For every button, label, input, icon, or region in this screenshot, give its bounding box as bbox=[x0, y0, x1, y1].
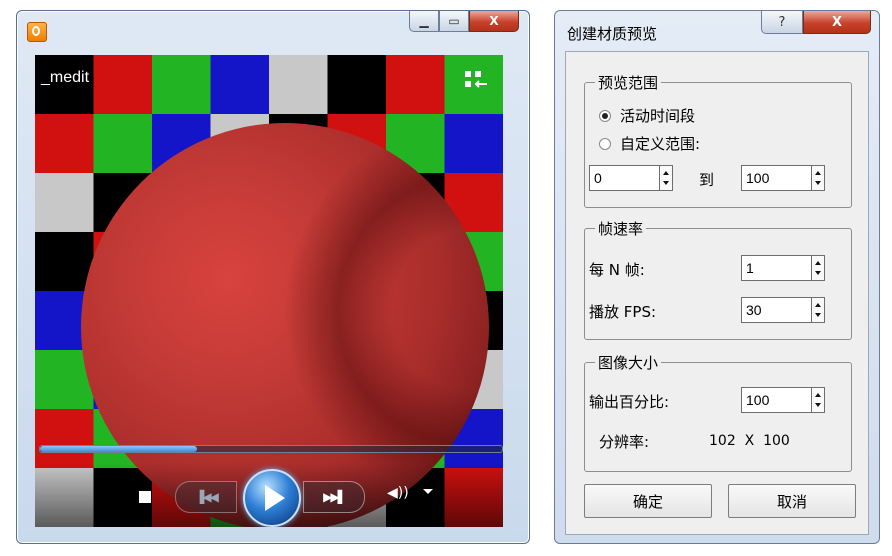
playback-controls: ▐◀◀ ▶▶▌ ◀)) bbox=[35, 463, 503, 527]
seek-progress bbox=[40, 446, 198, 452]
chevron-down-icon[interactable] bbox=[423, 489, 433, 494]
every-n-frames-input[interactable] bbox=[741, 255, 811, 281]
range-end-spinner bbox=[741, 165, 825, 191]
radio-indicator bbox=[599, 109, 611, 122]
radio-active-time-segment[interactable]: 活动时间段 bbox=[599, 105, 695, 126]
checker-cell bbox=[35, 173, 94, 233]
dialog-close-button[interactable]: X bbox=[803, 11, 871, 34]
restore-icon: ▭ bbox=[448, 14, 460, 28]
minimize-icon: ▁ bbox=[419, 14, 429, 28]
output-percent-spinner bbox=[741, 387, 825, 413]
preview-range-group: 预览范围 活动时间段 自定义范围: 到 bbox=[584, 72, 852, 208]
caption-buttons: ▁ ▭ X bbox=[409, 11, 519, 35]
spinner-arrows[interactable] bbox=[659, 165, 673, 191]
checker-cell bbox=[35, 409, 94, 469]
checker-cell bbox=[93, 114, 153, 174]
playback-fps-label: 播放 FPS: bbox=[589, 303, 657, 321]
playback-fps-spinner bbox=[741, 297, 825, 323]
cancel-button[interactable]: 取消 bbox=[728, 484, 856, 518]
checker-cell bbox=[35, 114, 94, 174]
close-button[interactable]: X bbox=[469, 11, 519, 32]
radio-label: 活动时间段 bbox=[620, 107, 696, 125]
create-material-preview-dialog: 创建材质预览 ? X 预览范围 活动时间段 自定义范围: 到 bbox=[554, 10, 880, 544]
chevron-up-icon bbox=[815, 303, 821, 308]
video-viewport[interactable]: _medit ▐◀◀ ▶▶▌ ◀)) bbox=[35, 55, 503, 527]
restore-button[interactable]: ▭ bbox=[439, 11, 469, 32]
checker-cell bbox=[93, 55, 153, 115]
checker-cell bbox=[210, 55, 270, 115]
seek-bar[interactable] bbox=[39, 445, 503, 453]
volume-icon[interactable]: ◀)) bbox=[387, 485, 409, 501]
dialog-body: 预览范围 活动时间段 自定义范围: 到 帧速率 每 N 帧: bbox=[565, 51, 869, 535]
media-player-icon[interactable] bbox=[27, 22, 47, 42]
image-size-group: 图像大小 输出百分比: 分辨率: 102 X 100 bbox=[584, 352, 852, 472]
chevron-down-icon bbox=[663, 180, 669, 185]
resolution-label: 分辨率: bbox=[599, 433, 650, 451]
playback-fps-input[interactable] bbox=[741, 297, 811, 323]
minimize-button[interactable]: ▁ bbox=[409, 11, 439, 32]
range-start-spinner bbox=[589, 165, 673, 191]
frame-rate-group: 帧速率 每 N 帧: 播放 FPS: bbox=[584, 218, 852, 340]
chevron-up-icon bbox=[815, 171, 821, 176]
checker-cell bbox=[327, 55, 387, 115]
chevron-down-icon bbox=[815, 312, 821, 317]
radio-indicator bbox=[599, 137, 611, 150]
previous-icon: ▐◀◀ bbox=[195, 490, 219, 504]
every-n-frames-label: 每 N 帧: bbox=[589, 261, 645, 279]
image-size-title: 图像大小 bbox=[595, 352, 662, 373]
close-icon: X bbox=[489, 14, 499, 28]
viewport-title: _medit bbox=[41, 69, 90, 86]
media-player-window: ▁ ▭ X _medit ▐◀◀ ▶▶▌ ◀)) bbox=[16, 10, 530, 544]
radio-custom-range[interactable]: 自定义范围: bbox=[599, 133, 700, 154]
output-percent-label: 输出百分比: bbox=[589, 393, 670, 411]
radio-label: 自定义范围: bbox=[620, 135, 701, 153]
chevron-up-icon bbox=[815, 393, 821, 398]
checker-cell bbox=[386, 55, 445, 115]
chevron-down-icon bbox=[815, 402, 821, 407]
ok-button[interactable]: 确定 bbox=[584, 484, 712, 518]
chevron-down-icon bbox=[815, 270, 821, 275]
to-label: 到 bbox=[699, 171, 715, 189]
preview-range-title: 预览范围 bbox=[595, 72, 662, 93]
chevron-down-icon bbox=[815, 180, 821, 185]
help-icon: ? bbox=[778, 14, 786, 30]
range-start-input[interactable] bbox=[589, 165, 659, 191]
play-button[interactable] bbox=[243, 469, 301, 527]
chevron-up-icon bbox=[663, 171, 669, 176]
dialog-title: 创建材质预览 bbox=[567, 25, 658, 43]
checker-cell bbox=[269, 55, 328, 115]
switch-to-library-icon[interactable] bbox=[463, 69, 489, 91]
checker-cell bbox=[152, 55, 211, 115]
chevron-up-icon bbox=[815, 261, 821, 266]
output-percent-input[interactable] bbox=[741, 387, 811, 413]
checker-cell bbox=[444, 114, 503, 174]
frame-rate-title: 帧速率 bbox=[595, 218, 647, 239]
every-n-frames-spinner bbox=[741, 255, 825, 281]
range-end-input[interactable] bbox=[741, 165, 811, 191]
resolution-value: 102 X 100 bbox=[709, 433, 790, 449]
spinner-arrows[interactable] bbox=[811, 255, 825, 281]
spinner-arrows[interactable] bbox=[811, 297, 825, 323]
help-button[interactable]: ? bbox=[761, 11, 803, 34]
spinner-arrows[interactable] bbox=[811, 165, 825, 191]
stop-icon[interactable] bbox=[139, 491, 151, 503]
next-button[interactable]: ▶▶▌ bbox=[303, 481, 365, 513]
spinner-arrows[interactable] bbox=[811, 387, 825, 413]
next-icon: ▶▶▌ bbox=[323, 490, 347, 504]
close-icon: X bbox=[831, 14, 843, 30]
previous-button[interactable]: ▐◀◀ bbox=[175, 481, 237, 513]
